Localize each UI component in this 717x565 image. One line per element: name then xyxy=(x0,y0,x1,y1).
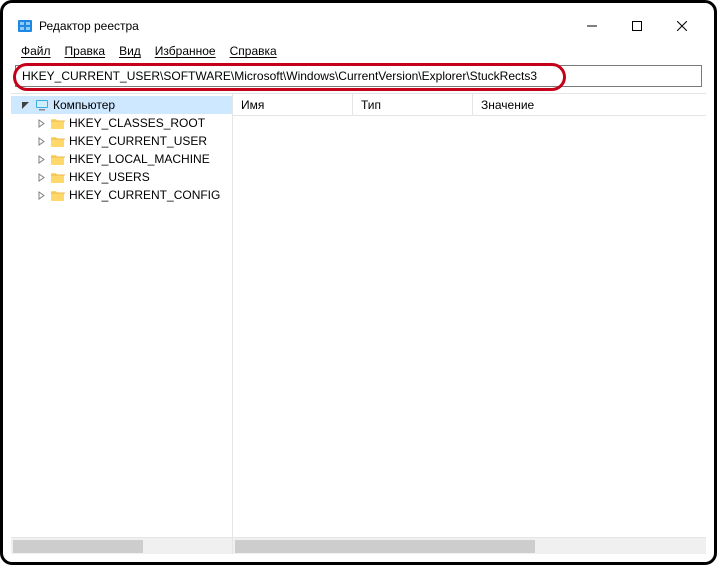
menu-help[interactable]: Справка xyxy=(224,42,283,60)
menubar: Файл Правка Вид Избранное Справка xyxy=(11,41,706,61)
folder-icon xyxy=(51,189,65,201)
tree-item-label: HKEY_USERS xyxy=(69,170,150,184)
close-button[interactable] xyxy=(659,11,704,41)
titlebar: Редактор реестра xyxy=(11,11,706,41)
menu-view[interactable]: Вид xyxy=(113,42,147,60)
chevron-down-icon[interactable] xyxy=(19,101,31,110)
chevron-right-icon[interactable] xyxy=(35,173,47,182)
tree-item-label: HKEY_CURRENT_CONFIG xyxy=(69,188,220,202)
tree-item-hkcu[interactable]: HKEY_CURRENT_USER xyxy=(11,132,232,150)
regedit-icon xyxy=(17,18,33,34)
tree-item-hklm[interactable]: HKEY_LOCAL_MACHINE xyxy=(11,150,232,168)
address-bar-container xyxy=(11,61,706,93)
menu-edit[interactable]: Правка xyxy=(59,42,112,60)
address-input[interactable] xyxy=(15,65,702,87)
list-horizontal-scrollbar[interactable] xyxy=(233,537,706,554)
chevron-right-icon[interactable] xyxy=(35,137,47,146)
column-name[interactable]: Имя xyxy=(233,94,353,115)
tree-item-label: HKEY_CURRENT_USER xyxy=(69,134,207,148)
folder-icon xyxy=(51,153,65,165)
tree-item-hku[interactable]: HKEY_USERS xyxy=(11,168,232,186)
maximize-button[interactable] xyxy=(614,11,659,41)
folder-icon xyxy=(51,135,65,147)
tree-root-computer[interactable]: Компьютер xyxy=(11,96,232,114)
columns-header: Имя Тип Значение xyxy=(233,94,706,116)
minimize-button[interactable] xyxy=(569,11,614,41)
tree-item-hkcc[interactable]: HKEY_CURRENT_CONFIG xyxy=(11,186,232,204)
folder-icon xyxy=(51,117,65,129)
tree-root-label: Компьютер xyxy=(53,98,115,112)
tree-horizontal-scrollbar[interactable] xyxy=(11,537,232,554)
computer-icon xyxy=(35,98,49,112)
window-controls xyxy=(569,11,704,41)
values-body[interactable] xyxy=(233,116,706,537)
values-list: Имя Тип Значение xyxy=(233,94,706,554)
tree-item-hkcr[interactable]: HKEY_CLASSES_ROOT xyxy=(11,114,232,132)
registry-tree[interactable]: Компьютер HKEY_CLASSES_ROOT xyxy=(11,94,233,554)
window-title: Редактор реестра xyxy=(39,19,139,33)
chevron-right-icon[interactable] xyxy=(35,119,47,128)
scrollbar-thumb[interactable] xyxy=(235,540,535,553)
column-type[interactable]: Тип xyxy=(353,94,473,115)
column-value[interactable]: Значение xyxy=(473,94,706,115)
scrollbar-thumb[interactable] xyxy=(13,540,143,553)
tree-item-label: HKEY_LOCAL_MACHINE xyxy=(69,152,210,166)
menu-file[interactable]: Файл xyxy=(15,42,57,60)
folder-icon xyxy=(51,171,65,183)
main-split: Компьютер HKEY_CLASSES_ROOT xyxy=(11,93,706,554)
menu-favorites[interactable]: Избранное xyxy=(149,42,222,60)
chevron-right-icon[interactable] xyxy=(35,191,47,200)
chevron-right-icon[interactable] xyxy=(35,155,47,164)
tree-item-label: HKEY_CLASSES_ROOT xyxy=(69,116,205,130)
